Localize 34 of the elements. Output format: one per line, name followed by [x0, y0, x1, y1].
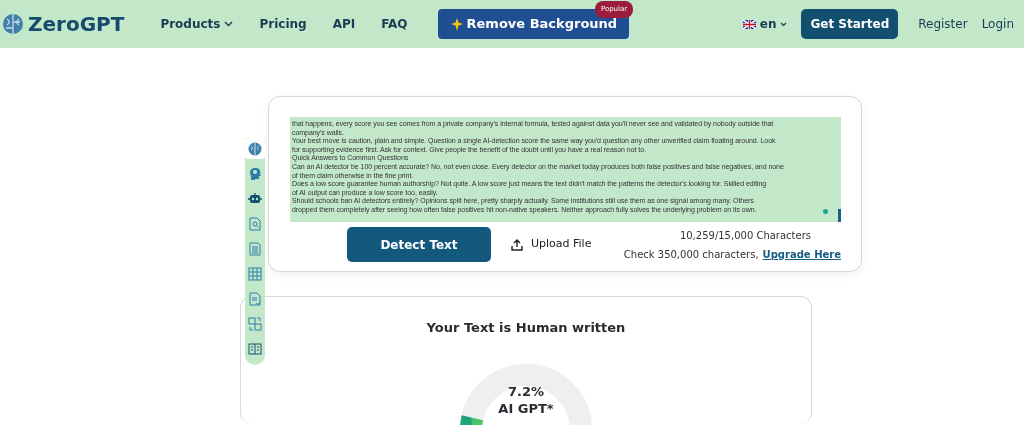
brain-icon	[2, 13, 24, 35]
upload-file-button[interactable]: Upload File	[505, 235, 598, 254]
nav-link[interactable]: FAQ	[381, 15, 408, 33]
upload-icon	[511, 238, 523, 251]
nav-link[interactable]: Pricing	[259, 15, 307, 33]
gauge-value: 7.2%	[507, 382, 545, 401]
columns-icon	[248, 341, 262, 356]
gauge-fill	[460, 415, 484, 425]
translate-icon	[248, 316, 262, 331]
gauge-label: AI GPT*	[498, 400, 554, 418]
robot-icon	[248, 191, 262, 206]
get-started-button[interactable]: Get Started	[801, 9, 899, 39]
upgrade-text: Check 350,000 characters,	[623, 247, 759, 262]
result-title: Your Text is Human written	[426, 319, 626, 337]
text-input-field[interactable]	[290, 117, 841, 222]
document-search-icon	[248, 216, 262, 231]
nav-link[interactable]: Products	[160, 15, 234, 33]
scrollbar-thumb-icon	[838, 209, 841, 222]
head-icon	[248, 166, 262, 181]
upgrade-link[interactable]: Upgrade Here	[762, 246, 841, 262]
status-dot-icon	[823, 209, 828, 214]
nav-link[interactable]: API	[332, 15, 356, 33]
detect-text-button[interactable]: Detect Text	[347, 227, 491, 262]
register-link[interactable]: Register	[918, 15, 968, 33]
logo-text[interactable]: ZeroGPT	[28, 9, 125, 39]
chevron-down-icon	[780, 21, 788, 27]
grid-icon	[248, 266, 262, 281]
document-check-icon	[248, 291, 262, 306]
language-selector[interactable]: en	[742, 15, 788, 33]
brain-icon	[248, 141, 262, 156]
document-icon	[248, 241, 262, 256]
flag-icon	[742, 19, 756, 29]
login-link[interactable]: Login	[981, 15, 1014, 33]
character-count: 10,259/15,000 Characters	[679, 228, 811, 243]
